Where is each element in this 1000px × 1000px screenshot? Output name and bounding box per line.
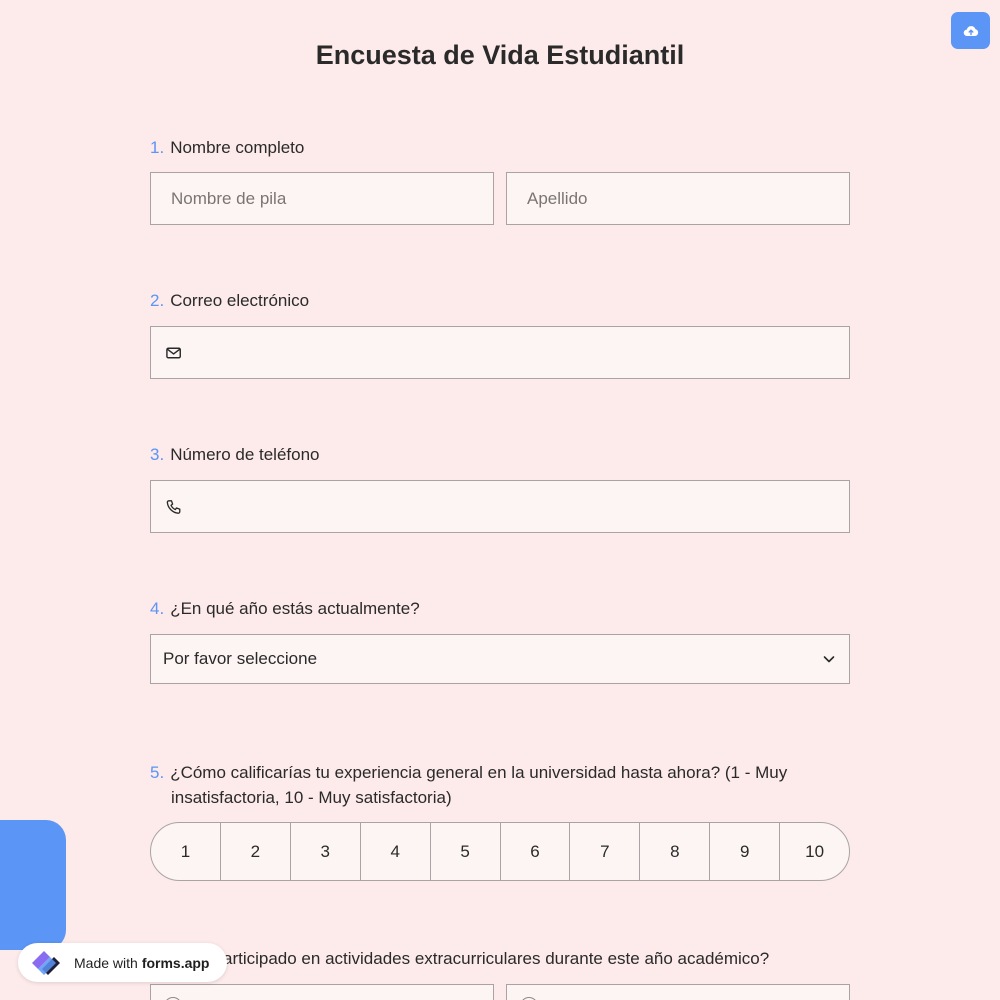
question-6-option-a[interactable]	[150, 984, 494, 1000]
rating-option-9[interactable]: 9	[710, 823, 781, 880]
cloud-upload-icon	[963, 25, 978, 36]
rating-option-7[interactable]: 7	[570, 823, 641, 880]
question-5-number: 5.	[150, 763, 165, 782]
envelope-icon	[166, 347, 181, 358]
question-3-text: Número de teléfono	[170, 445, 320, 464]
question-1-label: 1. Nombre completo	[150, 135, 304, 160]
year-select-value: Por favor seleccione	[163, 649, 318, 668]
question-6-text: articipado en actividades extracurricula…	[223, 949, 770, 968]
question-6-label: articipado en actividades extracurricula…	[223, 946, 769, 971]
question-4-text: ¿En qué año estás actualmente?	[170, 599, 420, 618]
question-5-text-line1: ¿Cómo calificarías tu experiencia genera…	[170, 763, 788, 782]
last-name-input[interactable]	[507, 173, 849, 224]
question-1-number: 1.	[150, 138, 165, 157]
question-5-text-line2: insatisfactoria, 10 - Muy satisfactoria)	[171, 788, 452, 807]
question-2-label: 2. Correo electrónico	[150, 288, 309, 313]
rating-option-10[interactable]: 10	[780, 823, 849, 880]
question-2-text: Correo electrónico	[170, 291, 310, 310]
rating-option-8[interactable]: 8	[640, 823, 711, 880]
rating-option-2[interactable]: 2	[221, 823, 291, 880]
question-2-number: 2.	[150, 291, 165, 310]
forms-app-logo-icon	[32, 950, 60, 975]
chevron-down-icon	[823, 656, 835, 663]
form-page: Encuesta de Vida Estudiantil 1. Nombre co…	[0, 0, 1000, 1000]
made-with-badge[interactable]: Made with forms.app	[18, 943, 227, 982]
rating-option-5[interactable]: 5	[431, 823, 501, 880]
last-name-field[interactable]	[506, 172, 850, 225]
brand-name: forms.app	[141, 954, 210, 971]
rating-scale: 1 2 3 4 5 6 7 8 9 10	[150, 822, 850, 881]
first-name-input[interactable]	[151, 173, 493, 224]
question-1-text: Nombre completo	[170, 138, 305, 157]
email-field[interactable]	[150, 326, 850, 379]
rating-option-4[interactable]: 4	[361, 823, 431, 880]
question-3-number: 3.	[150, 445, 165, 464]
made-with-text: Made with	[74, 954, 138, 971]
phone-field[interactable]	[150, 480, 850, 533]
page-title: Encuesta de Vida Estudiantil	[315, 40, 685, 70]
question-4-label: 4. ¿En qué año estás actualmente?	[150, 596, 420, 621]
question-5-label: 5. ¿Cómo calificarías tu experiencia gene…	[150, 760, 850, 810]
question-6-option-b[interactable]	[506, 984, 850, 1000]
rating-option-6[interactable]: 6	[501, 823, 571, 880]
rating-option-1[interactable]: 1	[151, 823, 221, 880]
rating-option-3[interactable]: 3	[291, 823, 361, 880]
question-3-label: 3. Número de teléfono	[150, 442, 320, 467]
email-input[interactable]	[182, 327, 849, 378]
question-4-number: 4.	[150, 599, 165, 618]
phone-icon	[166, 499, 181, 514]
year-select[interactable]: Por favor seleccione	[150, 634, 850, 684]
first-name-field[interactable]	[150, 172, 494, 225]
phone-input[interactable]	[182, 481, 849, 532]
side-tab[interactable]	[0, 820, 66, 950]
